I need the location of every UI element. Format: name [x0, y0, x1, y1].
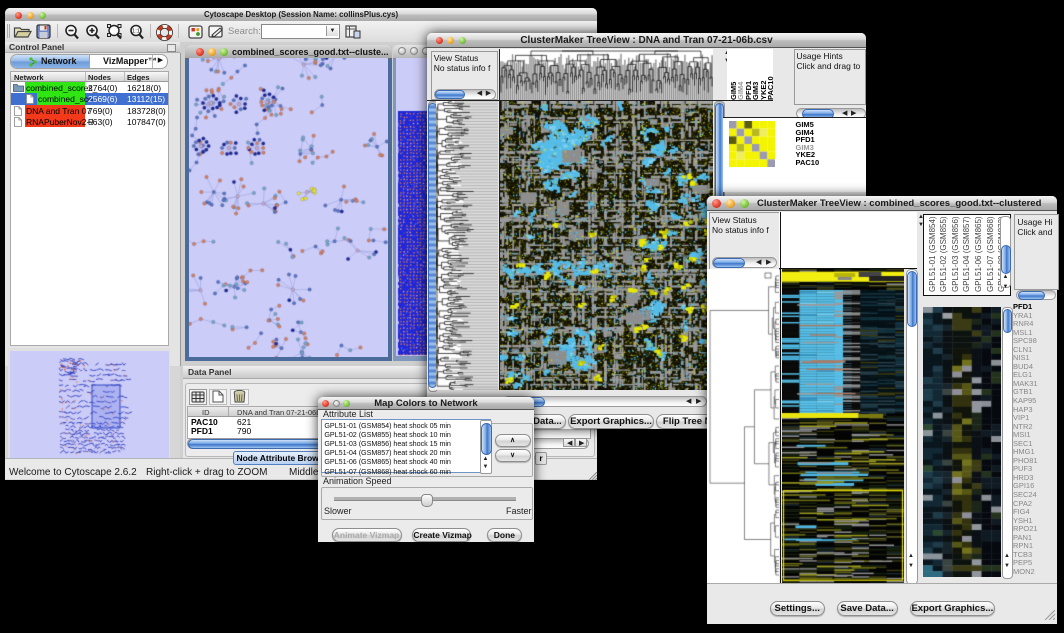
svg-text:1:1: 1:1 [132, 29, 140, 35]
